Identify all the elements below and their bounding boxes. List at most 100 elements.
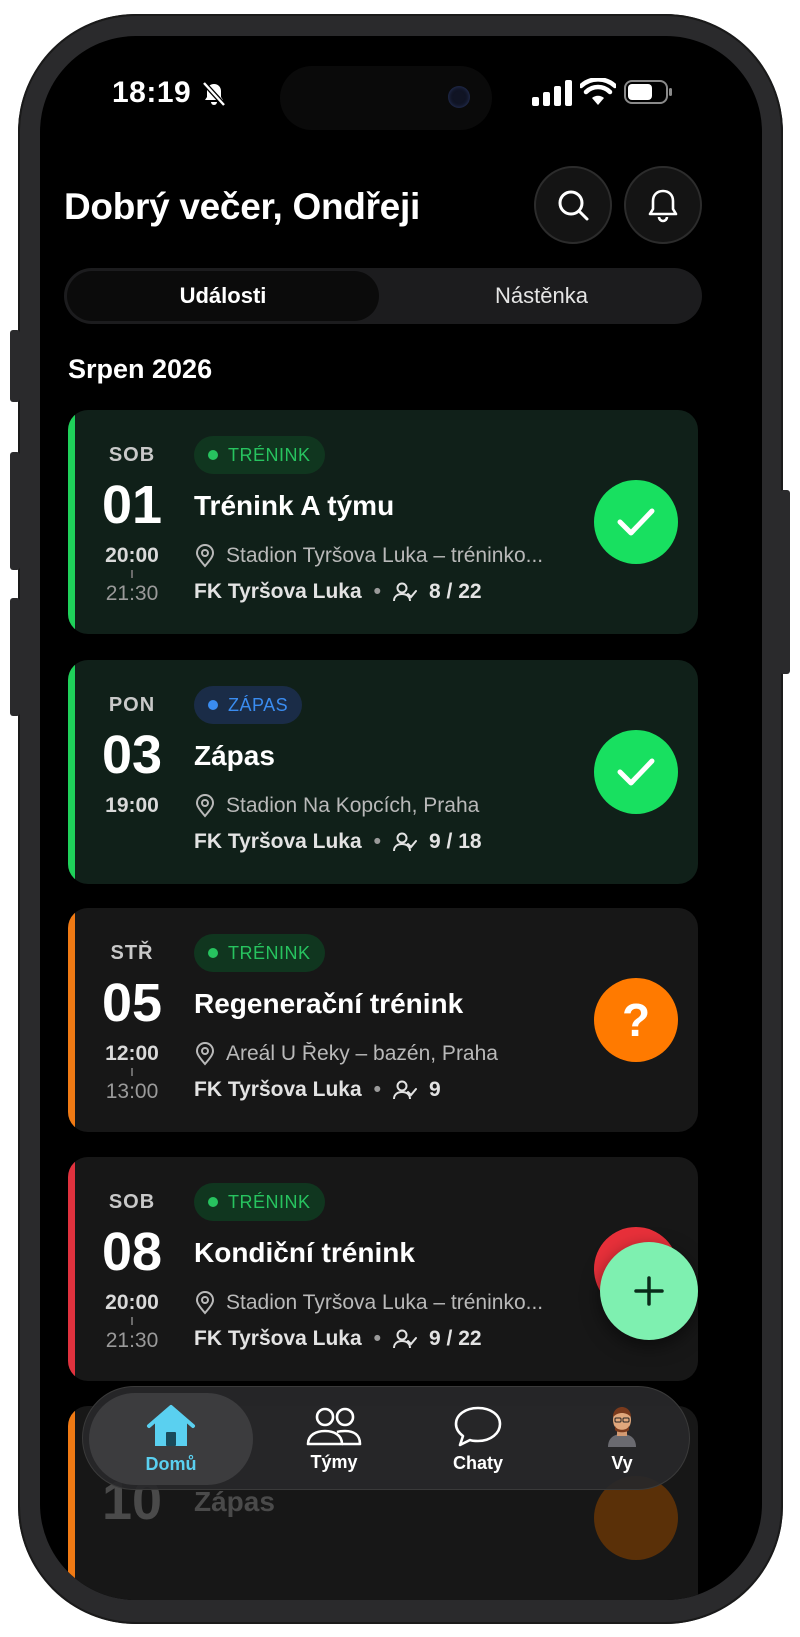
event-card[interactable]: STŘ 05 12:00 13:00 TRÉNINK Regenerační t… bbox=[68, 908, 698, 1132]
checkmark-icon bbox=[617, 758, 655, 786]
event-location: Stadion Tyršova Luka – tréninko... bbox=[226, 544, 544, 567]
nav-label-profile: Vy bbox=[611, 1452, 633, 1473]
greeting-title: Dobrý večer, Ondřeji bbox=[64, 186, 420, 227]
event-weekday: STŘ bbox=[110, 942, 154, 964]
separator-dot: • bbox=[373, 1078, 382, 1101]
event-weekday: PON bbox=[108, 694, 156, 716]
home-icon bbox=[147, 1404, 195, 1446]
rsvp-pending-button[interactable]: ? bbox=[594, 978, 678, 1062]
nav-item-chats[interactable]: Chaty bbox=[403, 1387, 553, 1491]
event-team: FK Tyršova Luka bbox=[194, 580, 362, 603]
attendees-icon bbox=[393, 1329, 418, 1349]
phone-volume-up bbox=[10, 452, 20, 570]
event-title: Kondiční trénink bbox=[194, 1237, 415, 1268]
bell-off-icon bbox=[202, 81, 226, 107]
event-end-time: 21:30 bbox=[105, 582, 159, 605]
event-date: 03 bbox=[101, 725, 163, 785]
phone-volume-down bbox=[10, 598, 20, 716]
separator-dot: • bbox=[373, 1327, 382, 1350]
event-team: FK Tyršova Luka bbox=[194, 1327, 362, 1350]
tab-board[interactable]: Nástěnka bbox=[384, 271, 699, 321]
event-type-badge: ZÁPAS bbox=[194, 686, 303, 724]
search-button[interactable] bbox=[534, 166, 612, 244]
wifi-icon bbox=[580, 78, 616, 105]
camera-icon bbox=[448, 86, 470, 108]
event-status-stripe bbox=[68, 1406, 75, 1600]
location-pin-icon bbox=[195, 1291, 215, 1315]
time-separator bbox=[131, 1317, 133, 1325]
event-card[interactable]: SOB 08 20:00 21:30 TRÉNINK Kondiční trén… bbox=[68, 1157, 698, 1381]
event-status-stripe bbox=[68, 908, 75, 1132]
bottom-navigation: Domů Týmy Chaty Vy bbox=[82, 1386, 690, 1490]
event-start-time: 12:00 bbox=[105, 1042, 159, 1065]
event-location: Stadion Na Kopcích, Praha bbox=[226, 794, 480, 817]
event-start-time: 20:00 bbox=[105, 544, 159, 567]
app-screen: 18:19 Dobrý večer, Ondřeji Události Nást… bbox=[40, 36, 762, 1600]
time-separator bbox=[131, 570, 133, 578]
event-team: FK Tyršova Luka bbox=[194, 1078, 362, 1101]
event-team-row: FK Tyršova Luka • 9 / 22 bbox=[194, 1327, 482, 1351]
event-date: 08 bbox=[101, 1222, 163, 1282]
nav-item-teams[interactable]: Týmy bbox=[259, 1387, 409, 1491]
event-location: Stadion Tyršova Luka – tréninko... bbox=[226, 1291, 544, 1314]
event-status-stripe bbox=[68, 1157, 75, 1381]
avatar-icon bbox=[608, 1406, 636, 1447]
event-end-time: 13:00 bbox=[105, 1080, 159, 1103]
add-event-button[interactable] bbox=[600, 1242, 698, 1340]
nav-item-home[interactable]: Domů bbox=[89, 1393, 253, 1485]
cellular-signal-icon bbox=[532, 80, 572, 106]
event-card[interactable]: SOB 01 20:00 21:30 TRÉNINK Trénink A tým… bbox=[68, 410, 698, 634]
question-mark-icon: ? bbox=[621, 994, 651, 1046]
event-title: Zápas bbox=[194, 740, 275, 771]
event-team: FK Tyršova Luka bbox=[194, 830, 362, 853]
event-team-row: FK Tyršova Luka • 9 / 18 bbox=[194, 830, 482, 854]
event-team-row: FK Tyršova Luka • 8 / 22 bbox=[194, 580, 482, 604]
chat-icon bbox=[454, 1406, 502, 1446]
nav-label-home: Domů bbox=[145, 1453, 197, 1474]
rsvp-accepted-button[interactable] bbox=[594, 730, 678, 814]
rsvp-accepted-button[interactable] bbox=[594, 480, 678, 564]
time-separator bbox=[131, 1068, 133, 1076]
dynamic-island bbox=[280, 66, 492, 130]
event-attendance: 9 / 18 bbox=[429, 830, 482, 853]
attendees-icon bbox=[393, 832, 418, 852]
event-team-row: FK Tyršova Luka • 9 bbox=[194, 1078, 441, 1102]
event-status-stripe bbox=[68, 410, 75, 634]
view-tabs: Události Nástěnka bbox=[64, 268, 702, 324]
event-type-badge: TRÉNINK bbox=[194, 436, 325, 474]
phone-silent-switch bbox=[10, 330, 20, 402]
location-pin-icon bbox=[195, 544, 215, 568]
event-date: 05 bbox=[101, 973, 163, 1033]
event-status-stripe bbox=[68, 660, 75, 884]
event-end-time: 21:30 bbox=[105, 1329, 159, 1352]
nav-label-chats: Chaty bbox=[452, 1452, 503, 1473]
plus-icon bbox=[634, 1276, 664, 1306]
teams-icon bbox=[306, 1407, 362, 1445]
battery-icon bbox=[624, 80, 672, 104]
separator-dot: • bbox=[373, 580, 382, 603]
event-start-time: 20:00 bbox=[105, 1291, 159, 1314]
attendees-icon bbox=[393, 582, 418, 602]
event-location: Areál U Řeky – bazén, Praha bbox=[226, 1042, 498, 1065]
event-weekday: SOB bbox=[108, 1191, 156, 1213]
event-title: Trénink A týmu bbox=[194, 490, 395, 521]
event-start-time: 19:00 bbox=[105, 794, 159, 817]
event-attendance: 9 bbox=[429, 1078, 441, 1101]
event-type-badge: TRÉNINK bbox=[194, 934, 325, 972]
notifications-button[interactable] bbox=[624, 166, 702, 244]
nav-item-profile[interactable]: Vy bbox=[547, 1387, 697, 1491]
month-heading: Srpen 2026 bbox=[68, 354, 213, 384]
event-weekday: SOB bbox=[108, 444, 156, 466]
event-attendance: 9 / 22 bbox=[429, 1327, 482, 1350]
separator-dot: • bbox=[373, 830, 382, 853]
tab-events[interactable]: Události bbox=[67, 271, 379, 321]
search-icon bbox=[558, 190, 589, 221]
event-card[interactable]: PON 03 19:00 ZÁPAS Zápas Stadion Na Kopc… bbox=[68, 660, 698, 884]
nav-label-teams: Týmy bbox=[310, 1451, 358, 1472]
phone-power-button bbox=[780, 490, 790, 674]
event-attendance: 8 / 22 bbox=[429, 580, 482, 603]
attendees-icon bbox=[393, 1080, 418, 1100]
event-title: Regenerační trénink bbox=[194, 988, 464, 1019]
location-pin-icon bbox=[195, 794, 215, 818]
location-pin-icon bbox=[195, 1042, 215, 1066]
